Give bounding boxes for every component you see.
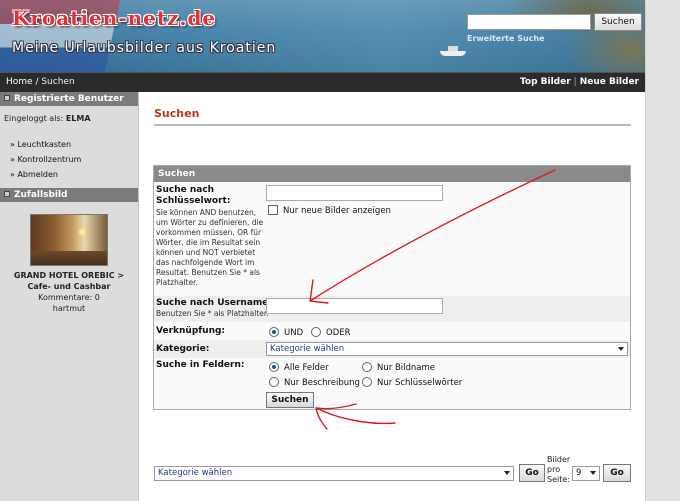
nav-right-links: Top Bilder | Neue Bilder <box>520 77 639 87</box>
fields-label: Suche in Feldern: <box>156 360 245 370</box>
field-keywords-label: Nur Schlüsselwörter <box>377 378 463 388</box>
field-desc-label: Nur Beschreibung <box>284 378 360 388</box>
sidebar-item-lightbox: » Leuchtkasten <box>10 140 138 155</box>
category-row: Kategorie: Kategorie wählen <box>154 340 630 358</box>
per-page-label: Bilder pro Seite: <box>547 455 571 484</box>
search-form: Suchen Suche nach Schlüsselwort: Sie kön… <box>153 165 631 410</box>
top-images-link[interactable]: Top Bilder <box>520 77 571 87</box>
registered-users-header: Registrierte Benutzer <box>0 92 138 106</box>
new-images-link[interactable]: Neue Bilder <box>580 77 639 87</box>
navbar: Home / Suchen Top Bilder | Neue Bilder <box>0 72 645 92</box>
random-image-title-link[interactable]: GRAND HOTEL OREBIC > Cafe- und Cashbar <box>14 271 124 291</box>
link-row: Verknüpfung: UND ODER <box>154 322 630 340</box>
field-name-radio[interactable] <box>362 362 372 372</box>
registered-users-title: Registrierte Benutzer <box>14 94 124 104</box>
link-or-label: ODER <box>326 328 351 338</box>
keyword-hint: Sie können AND benutzen, um Wörter zu de… <box>156 208 264 287</box>
random-image-comments: Kommentare: 0 <box>38 293 100 302</box>
keyword-label: Suche nach Schlüsselwort: <box>156 185 231 206</box>
search-submit-button[interactable]: Suchen <box>266 392 314 408</box>
username-input[interactable] <box>266 298 443 314</box>
breadcrumb: Home / Suchen <box>6 77 75 87</box>
logged-in-label: Eingeloggt als: <box>4 114 66 123</box>
keyword-input[interactable] <box>266 185 443 201</box>
lightbox-link[interactable]: » Leuchtkasten <box>10 140 71 149</box>
category-label: Kategorie: <box>156 344 210 354</box>
logged-in-username: ELMA <box>65 114 91 123</box>
header-search-input[interactable] <box>467 14 591 30</box>
random-image-title: Zufallsbild <box>14 190 68 200</box>
search-form-header: Suchen <box>154 166 630 182</box>
username-label: Suche nach Username: <box>156 298 272 308</box>
random-image-thumbnail[interactable] <box>30 214 108 266</box>
breadcrumb-home-link[interactable]: Home <box>6 77 33 87</box>
sidebar-item-control-center: » Kontrollzentrum <box>10 155 138 170</box>
right-gutter <box>645 0 680 501</box>
link-or-radio[interactable] <box>311 327 321 337</box>
field-name-label: Nur Bildname <box>377 363 435 373</box>
header-banner: Kroatien-netz.de Meine Urlaubsbilder aus… <box>0 0 645 72</box>
header-search-button[interactable]: Suchen <box>594 13 642 31</box>
link-label: Verknüpfung: <box>156 326 226 336</box>
control-center-link[interactable]: » Kontrollzentrum <box>10 155 81 164</box>
site-title-logo[interactable]: Kroatien-netz.de <box>12 6 216 30</box>
site-subtitle: Meine Urlaubsbilder aus Kroatien <box>12 40 277 56</box>
random-image-author: hartmut <box>52 304 86 313</box>
bottom-category-select[interactable]: Kategorie wählen <box>154 466 514 481</box>
chevron-down-icon <box>618 347 624 351</box>
square-bullet-icon <box>4 191 10 197</box>
fields-row: Suche in Feldern: Alle Felder Nur Bildna… <box>154 358 630 410</box>
logged-in-info: Eingeloggt als: ELMA <box>0 106 138 128</box>
nav-divider: | <box>573 77 577 87</box>
per-page-go-button[interactable]: Go <box>603 464 631 482</box>
link-and-label: UND <box>284 328 304 338</box>
new-only-checkbox[interactable] <box>268 205 278 215</box>
thumbnail-floor <box>31 251 107 265</box>
field-desc-radio[interactable] <box>269 377 279 387</box>
per-page-select[interactable]: 9 <box>572 466 600 481</box>
page-title: Suchen <box>154 107 200 120</box>
category-select[interactable]: Kategorie wählen <box>266 342 628 356</box>
category-select-value: Kategorie wählen <box>270 344 345 354</box>
link-and-radio[interactable] <box>269 327 279 337</box>
username-row: Suche nach Username: Benutzen Sie * als … <box>154 296 630 322</box>
chevron-down-icon <box>590 471 596 475</box>
field-all-radio[interactable] <box>269 362 279 372</box>
bottom-category-value: Kategorie wählen <box>158 468 233 478</box>
bottom-go-button[interactable]: Go <box>519 464 545 482</box>
random-image-header: Zufallsbild <box>0 188 138 202</box>
new-only-label: Nur neue Bilder anzeigen <box>283 206 391 216</box>
title-divider <box>154 124 631 126</box>
logout-link[interactable]: » Abmelden <box>10 170 58 179</box>
field-all-label: Alle Felder <box>284 363 329 373</box>
user-links: » Leuchtkasten » Kontrollzentrum » Abmel… <box>0 128 138 188</box>
per-page-value: 9 <box>576 468 582 478</box>
square-bullet-icon <box>4 95 10 101</box>
advanced-search-link[interactable]: Erweiterte Suche <box>467 34 545 43</box>
sidebar: Registrierte Benutzer Eingeloggt als: EL… <box>0 92 139 501</box>
keyword-row: Suche nach Schlüsselwort: Sie können AND… <box>154 183 630 296</box>
sidebar-item-logout: » Abmelden <box>10 170 138 185</box>
boat-image <box>440 46 466 56</box>
breadcrumb-current: Suchen <box>41 77 75 87</box>
chevron-down-icon <box>504 471 510 475</box>
field-keywords-radio[interactable] <box>362 377 372 387</box>
random-image-caption: GRAND HOTEL OREBIC > Cafe- und Cashbar K… <box>0 270 138 314</box>
username-hint: Benutzen Sie * als Platzhalter. <box>156 309 269 318</box>
thumbnail-lamp <box>79 229 85 235</box>
